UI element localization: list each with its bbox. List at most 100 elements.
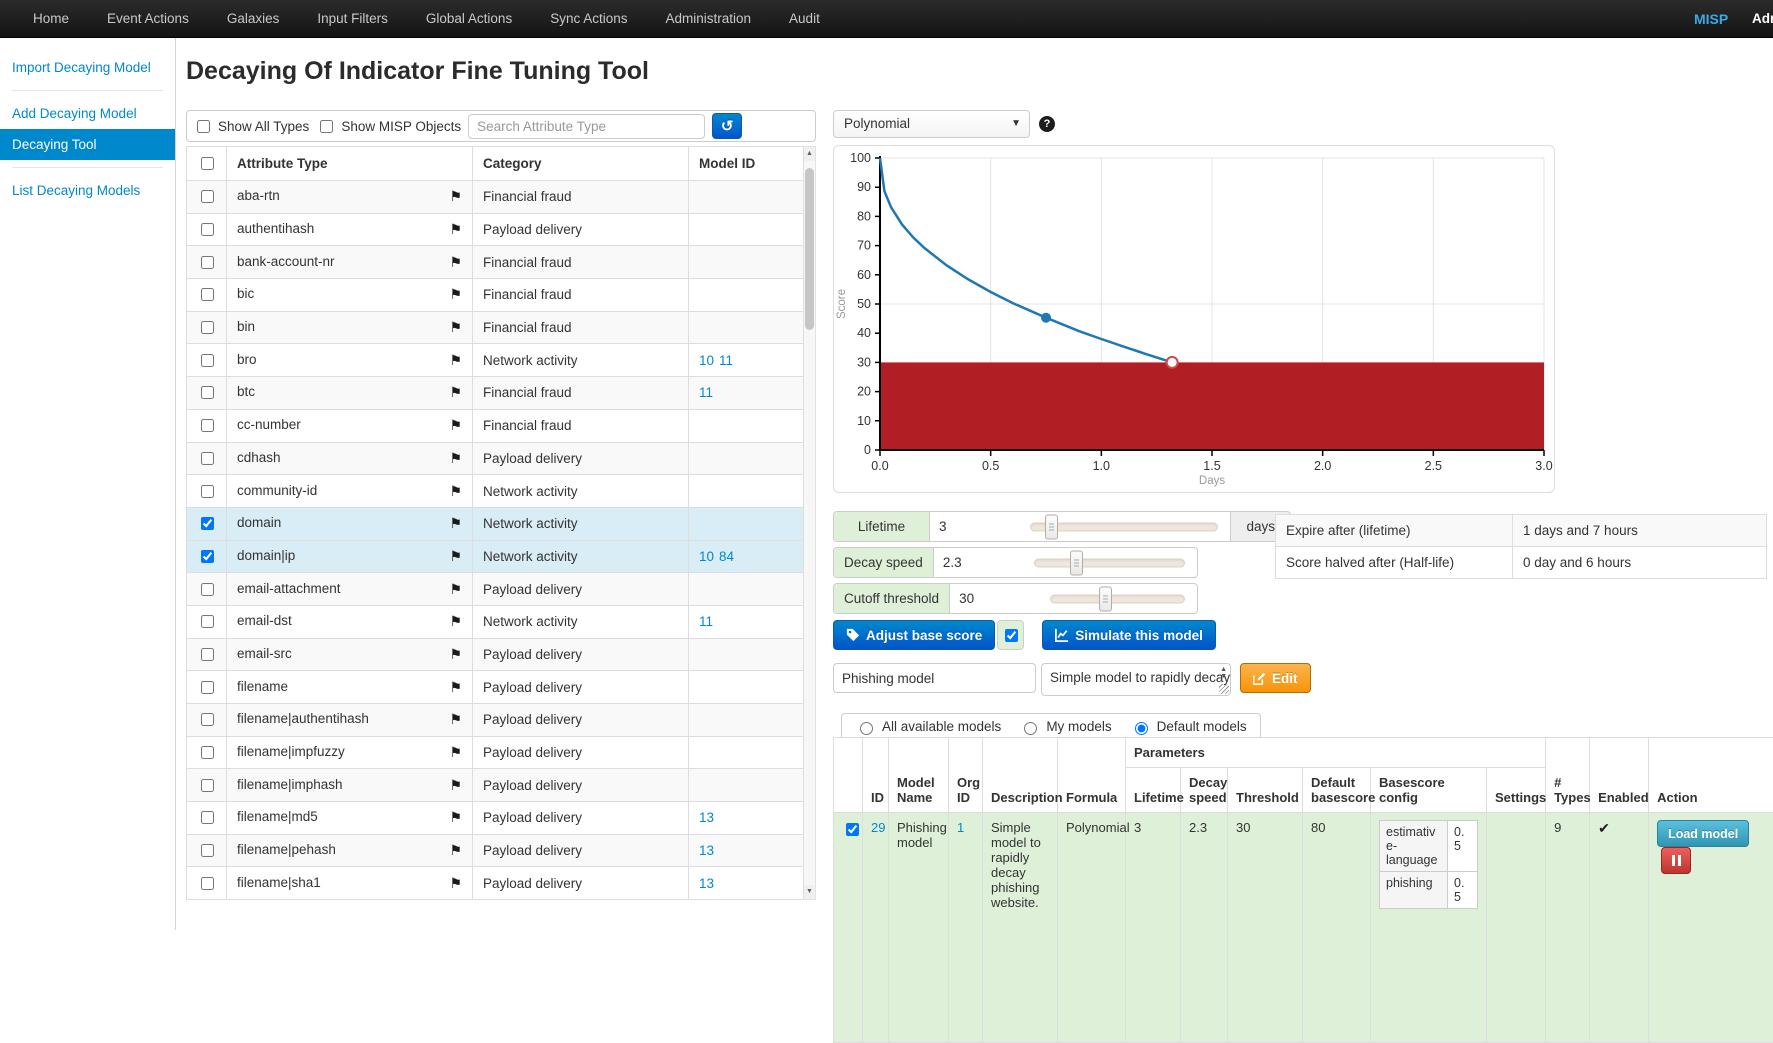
attribute-row-checkbox[interactable] xyxy=(201,615,214,628)
scrollbar-track[interactable] xyxy=(804,161,815,885)
attribute-row-checkbox[interactable] xyxy=(201,419,214,432)
attribute-table-scrollbar[interactable]: ▲ ▼ xyxy=(804,146,816,900)
show-all-types-checkbox[interactable] xyxy=(197,120,210,133)
flag-icon[interactable]: ⚑ xyxy=(449,417,462,434)
edit-model-button[interactable]: Edit xyxy=(1240,663,1311,693)
model-id-link[interactable]: 10 xyxy=(699,549,714,564)
load-model-button[interactable]: Load model xyxy=(1657,820,1749,847)
sidebar-item-decaying-tool[interactable]: Decaying Tool xyxy=(0,129,175,160)
radio-all-available-models[interactable]: All available models xyxy=(855,719,1001,735)
slider-handle[interactable] xyxy=(1045,514,1058,539)
lifetime-input[interactable] xyxy=(930,512,1018,541)
flag-icon[interactable]: ⚑ xyxy=(449,254,462,271)
model-id-link[interactable]: 11 xyxy=(699,385,713,400)
attribute-row-checkbox[interactable] xyxy=(201,681,214,694)
decay-speed-slider[interactable] xyxy=(1034,548,1185,577)
sidebar-item-add-decaying-model[interactable]: Add Decaying Model xyxy=(0,98,175,129)
attribute-row-checkbox[interactable] xyxy=(201,452,214,465)
flag-icon[interactable]: ⚑ xyxy=(449,809,462,826)
lifetime-slider[interactable] xyxy=(1030,512,1218,541)
flag-icon[interactable]: ⚑ xyxy=(449,188,462,205)
attribute-row-checkbox[interactable] xyxy=(201,256,214,269)
attribute-row-checkbox[interactable] xyxy=(201,550,214,563)
attribute-row-checkbox[interactable] xyxy=(201,517,214,530)
flag-icon[interactable]: ⚑ xyxy=(449,777,462,794)
nav-item-administration[interactable]: Administration xyxy=(647,0,771,37)
nav-item-home[interactable]: Home xyxy=(14,0,88,37)
flag-icon[interactable]: ⚑ xyxy=(449,286,462,303)
nav-item-input-filters[interactable]: Input Filters xyxy=(298,0,407,37)
radio-default-models[interactable]: Default models xyxy=(1130,719,1247,735)
flag-icon[interactable]: ⚑ xyxy=(449,548,462,565)
radio-input-all-available-models[interactable] xyxy=(860,722,873,735)
flag-icon[interactable]: ⚑ xyxy=(449,515,462,532)
attribute-row-checkbox[interactable] xyxy=(201,746,214,759)
decay-speed-input[interactable] xyxy=(934,548,1022,577)
help-icon[interactable]: ? xyxy=(1039,116,1055,132)
attribute-row-checkbox[interactable] xyxy=(201,321,214,334)
decay-curve[interactable] xyxy=(880,158,1172,362)
flag-icon[interactable]: ⚑ xyxy=(449,352,462,369)
model-org-link[interactable]: 1 xyxy=(957,820,964,835)
nav-item-event-actions[interactable]: Event Actions xyxy=(88,0,208,37)
radio-my-models[interactable]: My models xyxy=(1019,719,1111,735)
attribute-row-checkbox[interactable] xyxy=(201,223,214,236)
cutoff-threshold-input[interactable] xyxy=(950,584,1038,613)
navbar-user-menu[interactable]: Admin xyxy=(1752,0,1773,38)
show-misp-objects-checkbox[interactable] xyxy=(320,120,333,133)
formula-select[interactable]: Polynomial ▼ xyxy=(833,110,1030,138)
select-all-checkbox[interactable] xyxy=(201,157,214,170)
adjust-base-score-checkbox[interactable] xyxy=(1005,629,1018,642)
attribute-row-checkbox[interactable] xyxy=(201,190,214,203)
misp-brand[interactable]: MISP xyxy=(1694,0,1728,38)
spinner-arrows-icon[interactable]: ▲▼ xyxy=(1220,666,1227,680)
attribute-row-checkbox[interactable] xyxy=(201,485,214,498)
decay-chart[interactable]: 01020304050607080901000.00.51.01.52.02.5… xyxy=(833,145,1555,493)
flag-icon[interactable]: ⚑ xyxy=(449,875,462,892)
model-row-checkbox[interactable] xyxy=(846,823,859,836)
scrollbar-thumb[interactable] xyxy=(805,168,814,330)
model-name-input[interactable] xyxy=(833,663,1036,693)
sidebar-item-import-decaying-model[interactable]: Import Decaying Model xyxy=(0,52,175,83)
flag-icon[interactable]: ⚑ xyxy=(449,842,462,859)
attribute-row-checkbox[interactable] xyxy=(201,354,214,367)
simulate-model-button[interactable]: Simulate this model xyxy=(1042,620,1216,650)
show-misp-objects-option[interactable]: Show MISP Objects xyxy=(316,117,461,136)
reset-search-button[interactable]: ↺ xyxy=(712,113,742,139)
radio-input-default-models[interactable] xyxy=(1135,722,1148,735)
attribute-row-checkbox[interactable] xyxy=(201,713,214,726)
flag-icon[interactable]: ⚑ xyxy=(449,646,462,663)
attribute-row-checkbox[interactable] xyxy=(201,877,214,890)
flag-icon[interactable]: ⚑ xyxy=(449,613,462,630)
resize-grip-icon[interactable] xyxy=(1219,684,1229,694)
slider-handle[interactable] xyxy=(1070,550,1083,575)
model-id-link[interactable]: 10 xyxy=(699,353,714,368)
flag-icon[interactable]: ⚑ xyxy=(449,319,462,336)
model-id-link[interactable]: 13 xyxy=(699,843,714,858)
nav-item-sync-actions[interactable]: Sync Actions xyxy=(531,0,646,37)
scroll-down-arrow-icon[interactable]: ▼ xyxy=(804,885,815,899)
search-attribute-input[interactable] xyxy=(468,114,705,139)
flag-icon[interactable]: ⚑ xyxy=(449,221,462,238)
model-id-link[interactable]: 84 xyxy=(719,549,734,564)
model-id-link[interactable]: 29 xyxy=(871,820,885,835)
show-all-types-option[interactable]: Show All Types xyxy=(193,117,309,136)
attribute-row-checkbox[interactable] xyxy=(201,583,214,596)
decay-point-current[interactable] xyxy=(1041,313,1051,323)
attribute-row-checkbox[interactable] xyxy=(201,811,214,824)
nav-item-galaxies[interactable]: Galaxies xyxy=(208,0,299,37)
scroll-up-arrow-icon[interactable]: ▲ xyxy=(804,147,815,161)
attribute-row-checkbox[interactable] xyxy=(201,844,214,857)
flag-icon[interactable]: ⚑ xyxy=(449,450,462,467)
disable-model-button[interactable] xyxy=(1661,847,1691,874)
slider-handle[interactable] xyxy=(1099,586,1112,611)
attribute-row-checkbox[interactable] xyxy=(201,386,214,399)
flag-icon[interactable]: ⚑ xyxy=(449,384,462,401)
flag-icon[interactable]: ⚑ xyxy=(449,744,462,761)
model-description-textarea[interactable]: Simple model to rapidly decay ▲▼ xyxy=(1041,663,1231,696)
nav-item-audit[interactable]: Audit xyxy=(770,0,839,37)
adjust-base-score-button[interactable]: Adjust base score xyxy=(833,620,995,650)
model-id-link[interactable]: 11 xyxy=(719,353,733,368)
model-id-link[interactable]: 11 xyxy=(699,614,713,629)
flag-icon[interactable]: ⚑ xyxy=(449,581,462,598)
